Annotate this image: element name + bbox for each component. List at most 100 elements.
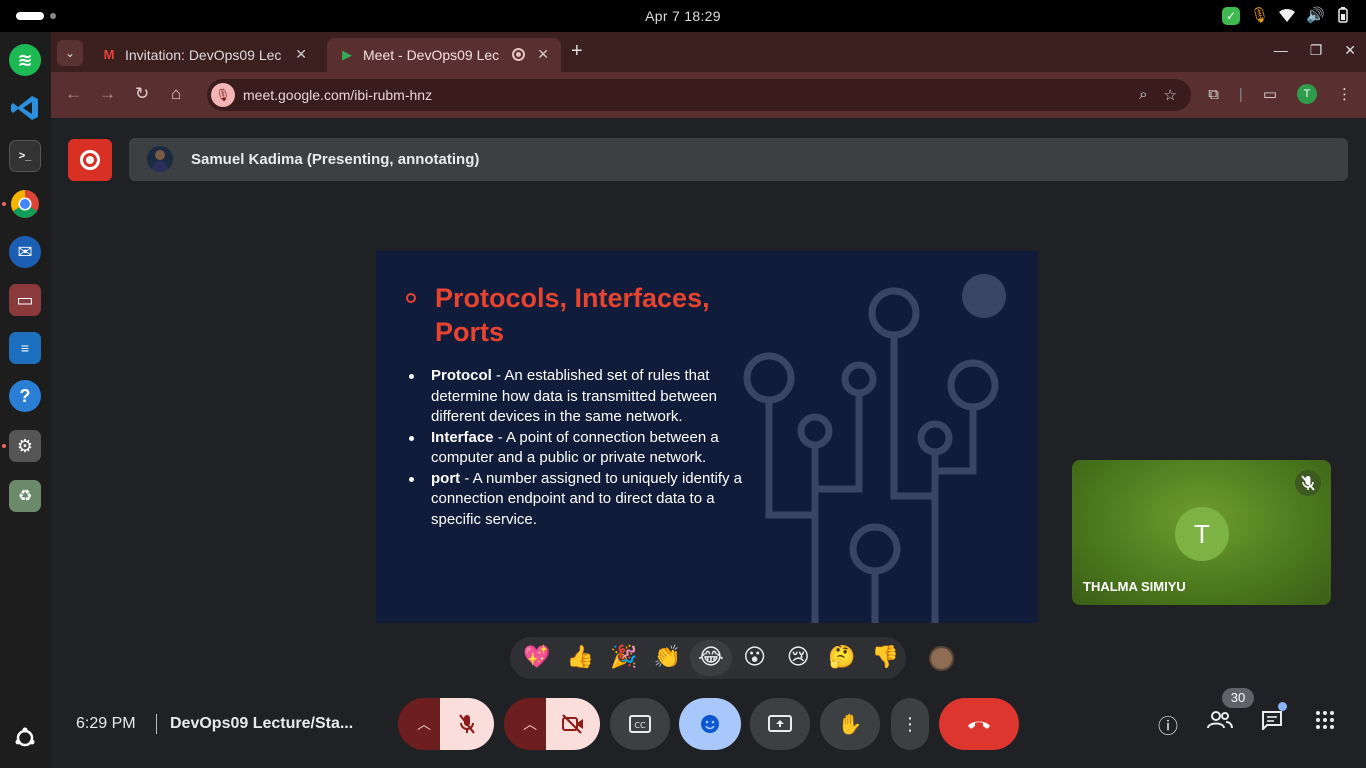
reaction-party[interactable]: 🎉: [603, 640, 645, 676]
tab-meet[interactable]: ▶ Meet - DevOps09 Lec ✕: [327, 38, 561, 72]
vscode-icon[interactable]: [9, 92, 41, 124]
presenter-bar[interactable]: Samuel Kadima (Presenting, annotating): [129, 138, 1348, 181]
present-screen-button[interactable]: [750, 698, 810, 750]
browser-tab-bar: ⌄ M Invitation: DevOps09 Lec ✕ ▶ Meet - …: [51, 32, 1366, 72]
volume-icon[interactable]: 🔊: [1306, 7, 1325, 25]
reaction-sad[interactable]: 😢: [777, 640, 819, 676]
close-window-icon[interactable]: ✕: [1344, 42, 1356, 59]
mic-toggle-button[interactable]: [440, 698, 494, 750]
camera-off-icon: [562, 714, 583, 734]
system-top-bar: Apr 7 18:29 ✓ 🎙 🔊: [0, 0, 1366, 32]
settings-gear-icon[interactable]: ⚙: [9, 430, 41, 462]
spotify-icon[interactable]: ≋: [9, 44, 41, 76]
address-bar[interactable]: 🎙 meet.google.com/ibi-rubm-hnz ⌕ ☆: [207, 79, 1191, 111]
cast-icon[interactable]: ▭: [1263, 85, 1277, 103]
reaction-thumbs-down[interactable]: 👎: [865, 640, 907, 676]
system-clock[interactable]: Apr 7 18:29: [0, 8, 1366, 24]
chrome-icon[interactable]: [9, 188, 41, 220]
reaction-clap[interactable]: 👏: [647, 640, 689, 676]
maximize-icon[interactable]: ❐: [1310, 42, 1323, 59]
bullet-term: Interface: [431, 428, 494, 446]
bullet-text: - A number assigned to uniquely identify…: [431, 469, 743, 528]
bullet-term: port: [431, 469, 461, 487]
terminal-icon[interactable]: >_: [9, 140, 41, 172]
meeting-details-icon[interactable]: ⓘ: [1158, 710, 1178, 739]
new-tab-button[interactable]: +: [571, 40, 583, 63]
trash-icon[interactable]: ♻: [9, 480, 41, 512]
captions-icon: CC: [629, 715, 651, 733]
home-icon[interactable]: ⌂: [171, 84, 181, 104]
activities-grid-icon[interactable]: [1315, 710, 1335, 736]
application-dock: ≋ >_ ✉ ▭ ≡ ? ⚙ ♻: [0, 32, 51, 768]
reactions-button[interactable]: [679, 698, 741, 750]
captions-button[interactable]: CC: [610, 698, 670, 750]
profile-avatar[interactable]: T: [1297, 84, 1317, 104]
presenter-label: Samuel Kadima (Presenting, annotating): [191, 151, 480, 168]
participant-tile[interactable]: T THALMA SIMIYU: [1072, 460, 1331, 605]
muted-mic-icon: [1295, 470, 1321, 496]
menu-kebab-icon[interactable]: ⋮: [1337, 85, 1352, 103]
more-options-button[interactable]: ⋮: [891, 698, 929, 750]
meeting-time: 6:29 PM: [76, 715, 136, 732]
list-item: port - A number assigned to uniquely ide…: [406, 469, 751, 531]
battery-icon[interactable]: [1334, 7, 1352, 25]
reaction-surprised[interactable]: 😮: [734, 640, 776, 676]
reaction-laugh[interactable]: 😂: [690, 640, 732, 676]
skin-tone-selector[interactable]: [929, 646, 954, 671]
thunderbird-icon[interactable]: ✉: [9, 236, 41, 268]
reaction-thinking[interactable]: 🤔: [821, 640, 863, 676]
forward-arrow-icon[interactable]: →: [99, 84, 116, 104]
close-icon[interactable]: ✕: [537, 46, 549, 63]
recording-badge[interactable]: [68, 139, 112, 181]
mic-icon[interactable]: 🎙: [1250, 7, 1269, 25]
bookmark-star-icon[interactable]: ☆: [1164, 86, 1177, 104]
present-icon: [768, 715, 792, 732]
extensions-icon[interactable]: ⧉: [1208, 86, 1219, 103]
reaction-thumbs-up[interactable]: 👍: [560, 640, 602, 676]
camera-toggle-button[interactable]: [546, 698, 600, 750]
svg-text:CC: CC: [634, 721, 646, 730]
raise-hand-button[interactable]: ✋: [820, 698, 880, 750]
writer-icon[interactable]: ≡: [9, 332, 41, 364]
leave-call-button[interactable]: [939, 698, 1019, 750]
people-icon[interactable]: [1207, 710, 1233, 736]
back-arrow-icon[interactable]: ←: [65, 84, 82, 104]
reload-icon[interactable]: ↻: [135, 84, 149, 104]
mic-off-icon: [459, 714, 475, 734]
close-icon[interactable]: ✕: [295, 46, 307, 63]
running-indicator: [2, 202, 6, 206]
circuit-decoration: [743, 274, 1006, 623]
tab-search-dropdown[interactable]: ⌄: [57, 40, 83, 66]
tab-title: Meet - DevOps09 Lec: [363, 47, 500, 63]
system-tray[interactable]: ✓ 🎙 🔊: [1222, 7, 1352, 25]
tab-invitation[interactable]: M Invitation: DevOps09 Lec ✕: [89, 38, 319, 72]
chevron-up-icon: ︿: [417, 716, 431, 732]
list-item: Protocol - An established set of rules t…: [406, 366, 751, 428]
menu-kebab-icon: ⋮: [901, 713, 919, 734]
reaction-heart[interactable]: 💖: [516, 640, 558, 676]
slide-title: Protocols, Interfaces, Ports: [435, 283, 710, 347]
zoom-icon[interactable]: ⌕: [1139, 86, 1147, 104]
help-icon[interactable]: ?: [9, 380, 41, 412]
meeting-name[interactable]: DevOps09 Lecture/Sta...: [170, 715, 353, 733]
wifi-icon[interactable]: [1278, 7, 1296, 25]
record-icon: [80, 150, 100, 170]
window-controls: — ❐ ✕: [1274, 42, 1356, 59]
slide-bullet-list: Protocol - An established set of rules t…: [406, 366, 751, 530]
hand-icon: ✋: [837, 712, 863, 736]
shield-check-icon[interactable]: ✓: [1222, 7, 1240, 25]
avatar: T: [1175, 507, 1229, 561]
participant-count-badge: 30: [1222, 688, 1254, 708]
emoji-icon: [701, 715, 719, 733]
files-icon[interactable]: ▭: [9, 284, 41, 316]
recording-indicator-icon: [512, 48, 525, 61]
tab-title: Invitation: DevOps09 Lec: [125, 47, 282, 63]
meet-main: Samuel Kadima (Presenting, annotating) P…: [51, 118, 1366, 768]
chat-icon[interactable]: [1261, 710, 1283, 736]
minimize-icon[interactable]: —: [1274, 42, 1288, 59]
url-text[interactable]: meet.google.com/ibi-rubm-hnz: [243, 87, 432, 103]
mic-in-use-icon[interactable]: 🎙: [211, 83, 235, 107]
show-apps-icon[interactable]: [9, 722, 41, 754]
meet-icon: ▶: [342, 47, 352, 62]
chevron-up-icon: ︿: [523, 716, 537, 732]
